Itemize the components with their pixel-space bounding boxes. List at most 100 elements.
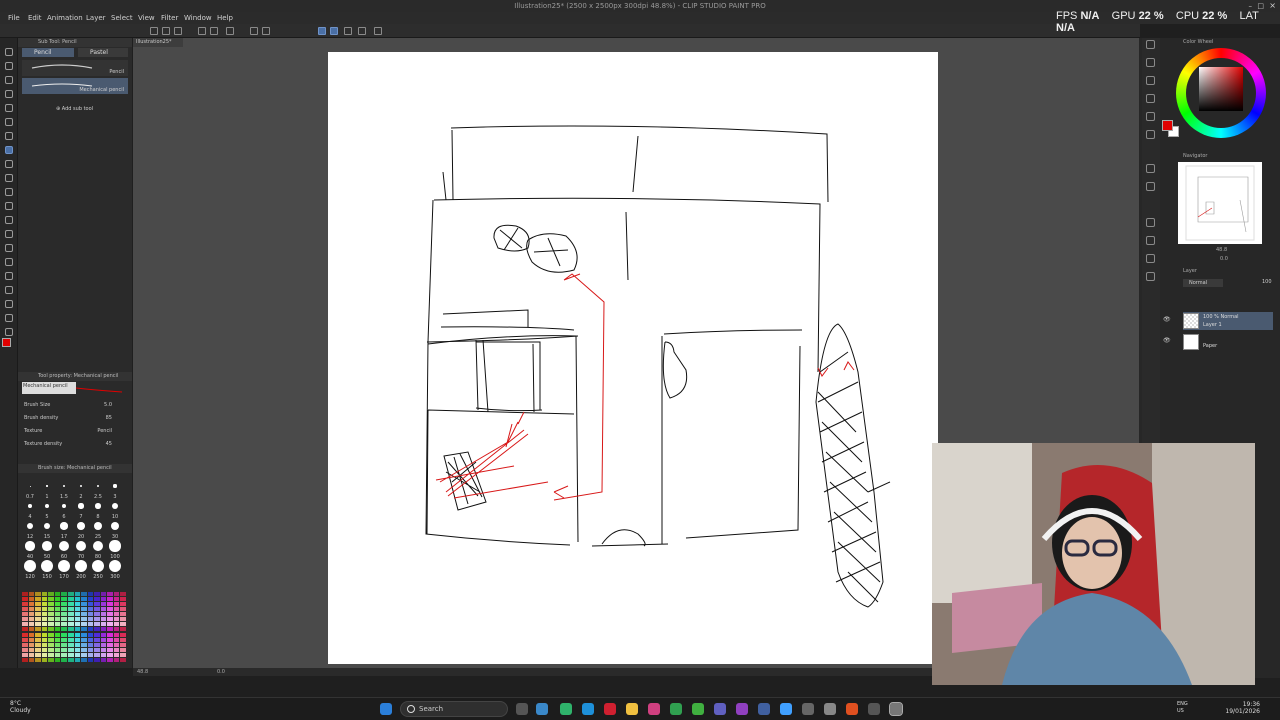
palette-swatch[interactable] [22, 592, 28, 596]
palette-swatch[interactable] [74, 647, 81, 652]
app-icon-5[interactable] [648, 703, 660, 715]
airbrush-icon[interactable] [5, 188, 13, 196]
palette-swatch[interactable] [94, 632, 100, 637]
palette-swatch[interactable] [48, 612, 54, 617]
palette-swatch[interactable] [67, 607, 74, 612]
language-indicator[interactable]: ENG US [1177, 701, 1188, 715]
palette-swatch[interactable] [113, 617, 120, 622]
snap-guide-icon[interactable] [330, 27, 338, 35]
palette-swatch[interactable] [48, 592, 54, 596]
palette-swatch[interactable] [120, 607, 126, 612]
palette-swatch[interactable] [48, 647, 54, 652]
palette-swatch[interactable] [113, 607, 120, 612]
brush-density-value[interactable]: 85 [106, 413, 112, 423]
palette-swatch[interactable] [81, 632, 87, 637]
palette-swatch[interactable] [54, 602, 61, 607]
palette-swatch[interactable] [87, 637, 94, 642]
save-icon[interactable] [174, 27, 182, 35]
palette-swatch[interactable] [54, 617, 61, 622]
palette-swatch[interactable] [120, 632, 126, 637]
palette-swatch[interactable] [22, 657, 28, 662]
palette-swatch[interactable] [107, 642, 113, 647]
new-icon[interactable] [150, 27, 158, 35]
brush-size-dot[interactable] [93, 521, 103, 531]
brush-size-dot[interactable] [96, 484, 100, 488]
brush-size-dot[interactable] [75, 540, 87, 552]
brush-density-row[interactable]: Brush density 85 [24, 413, 126, 423]
brush-size-dot[interactable] [28, 504, 32, 508]
tab-pencil[interactable]: Pencil [22, 48, 74, 57]
brush-size-dot[interactable] [75, 560, 87, 572]
palette-swatch[interactable] [81, 657, 87, 662]
palette-swatch[interactable] [54, 597, 61, 602]
palette-swatch[interactable] [61, 592, 67, 596]
palette-swatch[interactable] [67, 627, 74, 632]
layer-row-layer1[interactable]: 100 % Normal Layer 1 [1183, 312, 1273, 330]
brush-size-dot[interactable] [109, 560, 121, 572]
palette-swatch[interactable] [81, 602, 87, 607]
palette-swatch[interactable] [100, 627, 107, 632]
palette-swatch[interactable] [54, 647, 61, 652]
current-main-color[interactable] [1162, 120, 1173, 131]
brush-size-dot[interactable] [60, 522, 68, 530]
palette-swatch[interactable] [94, 622, 100, 627]
palette-swatch[interactable] [28, 652, 35, 657]
palette-swatch[interactable] [54, 622, 61, 627]
palette-swatch[interactable] [74, 597, 81, 602]
palette-swatch[interactable] [35, 657, 41, 662]
palette-swatch[interactable] [35, 602, 41, 607]
brush-size-dot[interactable] [92, 540, 104, 552]
palette-swatch[interactable] [61, 652, 67, 657]
maximize-icon[interactable]: □ [1257, 2, 1264, 10]
blend-mode-select[interactable]: Normal [1183, 279, 1223, 287]
palette-swatch[interactable] [100, 637, 107, 642]
document-tab[interactable]: Illustration25* [133, 38, 183, 47]
palette-swatch[interactable] [48, 632, 54, 637]
palette-swatch[interactable] [74, 632, 81, 637]
palette-swatch[interactable] [100, 607, 107, 612]
palette-swatch[interactable] [113, 627, 120, 632]
palette-swatch[interactable] [120, 652, 126, 657]
palette-swatch[interactable] [61, 637, 67, 642]
brush-size-dot[interactable] [58, 560, 70, 572]
layer-tab-icon[interactable] [1146, 218, 1155, 227]
palette-swatch[interactable] [107, 612, 113, 617]
palette-swatch[interactable] [41, 597, 48, 602]
palette-swatch[interactable] [67, 612, 74, 617]
subtool-item-pencil[interactable]: Pencil [22, 60, 128, 76]
palette-swatch[interactable] [107, 637, 113, 642]
palette-swatch[interactable] [94, 612, 100, 617]
palette-swatch[interactable] [22, 617, 28, 622]
clear-icon[interactable] [226, 27, 234, 35]
figure-icon[interactable] [5, 272, 13, 280]
palette-swatch[interactable] [35, 617, 41, 622]
palette-swatch[interactable] [100, 602, 107, 607]
palette-swatch[interactable] [81, 612, 87, 617]
eraser-icon[interactable] [5, 216, 13, 224]
snap-ruler-icon[interactable] [318, 27, 326, 35]
settings-icon[interactable] [374, 27, 382, 35]
palette-swatch[interactable] [22, 642, 28, 647]
add-subtool-button[interactable]: ⊕ Add sub tool [56, 106, 93, 112]
palette-swatch[interactable] [67, 657, 74, 662]
layer-opacity[interactable]: 100 [1262, 279, 1272, 285]
palette-swatch[interactable] [67, 647, 74, 652]
app-icon-6[interactable] [670, 703, 682, 715]
palette-swatch[interactable] [87, 602, 94, 607]
palette-swatch[interactable] [113, 637, 120, 642]
palette-swatch[interactable] [28, 612, 35, 617]
palette-swatch[interactable] [107, 657, 113, 662]
redo-icon[interactable] [210, 27, 218, 35]
blend-icon[interactable] [5, 230, 13, 238]
paper-visibility-icon[interactable]: 👁 [1163, 337, 1171, 344]
app-icon-15[interactable] [868, 703, 880, 715]
palette-swatch[interactable] [28, 637, 35, 642]
system-clock[interactable]: 19:36 19/01/2026 [1208, 701, 1260, 715]
palette-swatch[interactable] [67, 622, 74, 627]
palette-swatch[interactable] [61, 617, 67, 622]
palette-swatch[interactable] [87, 617, 94, 622]
palette-swatch[interactable] [94, 602, 100, 607]
palette-swatch[interactable] [22, 632, 28, 637]
palette-swatch[interactable] [28, 617, 35, 622]
widgets-icon[interactable] [536, 703, 548, 715]
